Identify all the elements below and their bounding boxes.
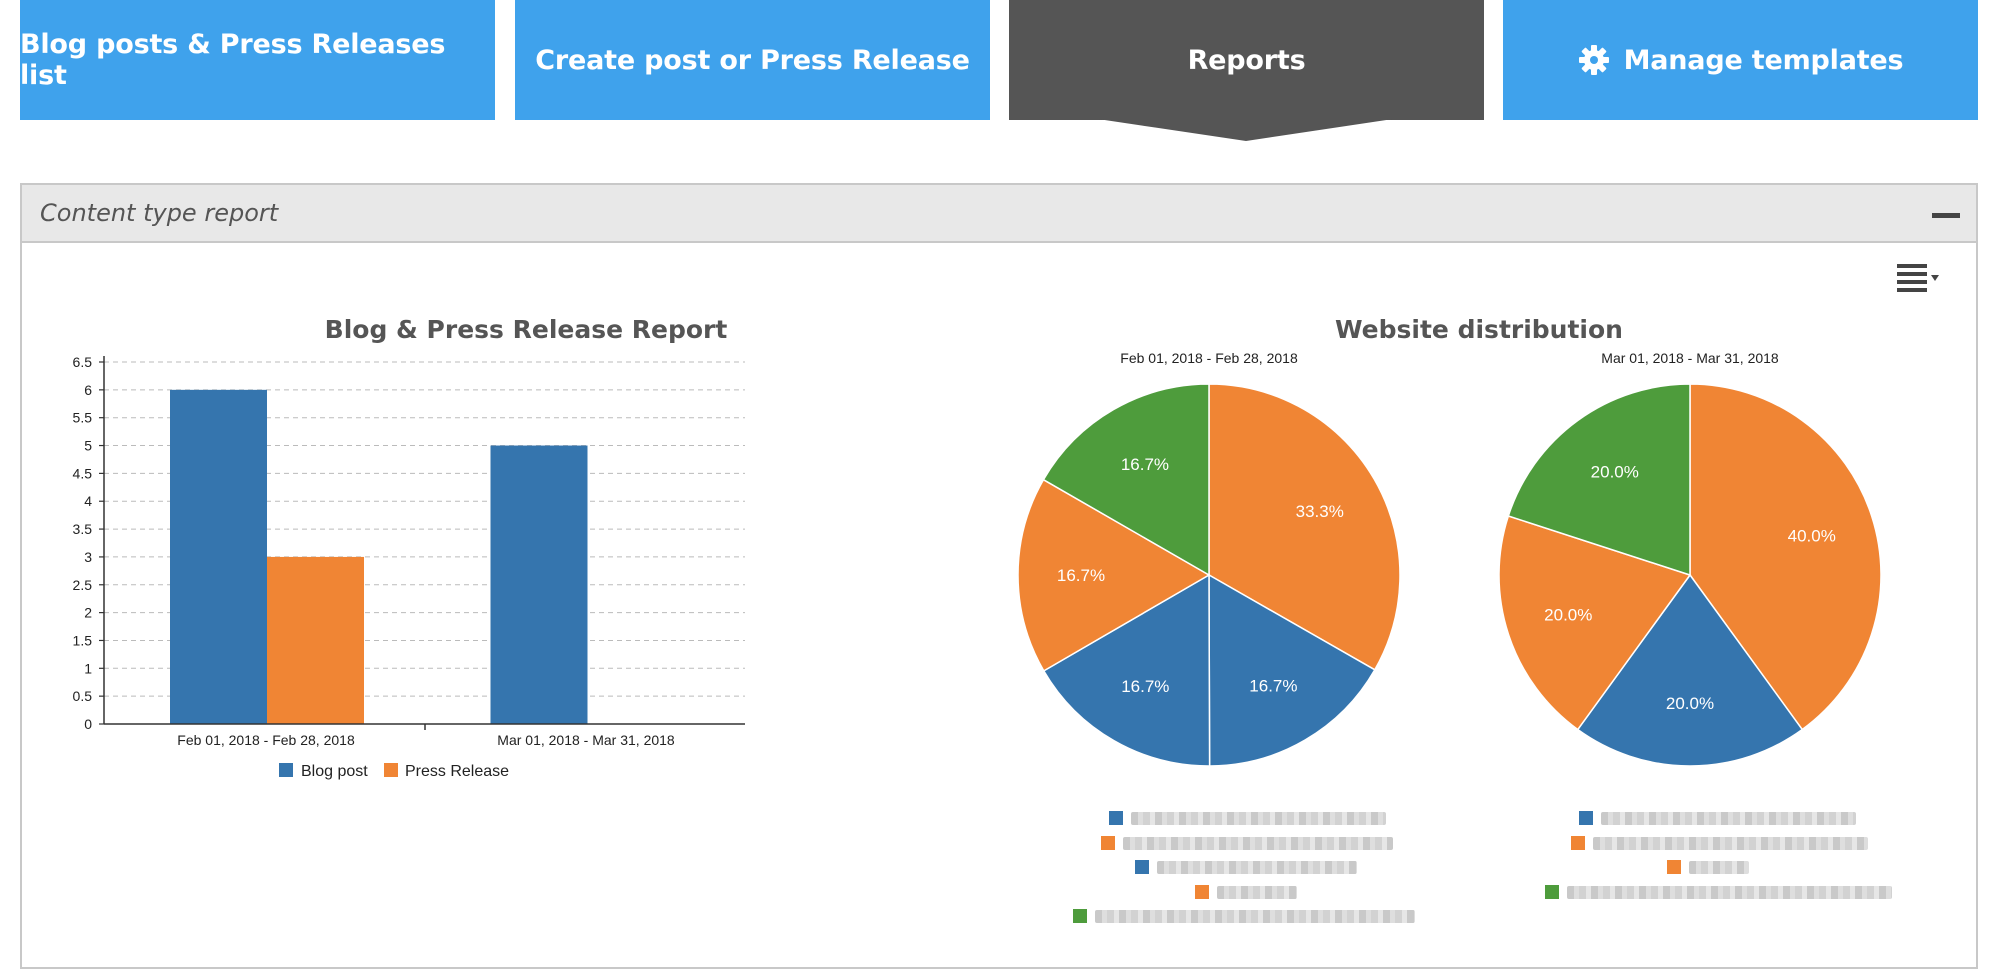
- y-tick-label: 0: [84, 716, 92, 732]
- pie-chart-mar: 40.0% 20.0% 20.0% 20.0%: [1498, 383, 1882, 767]
- y-tick-label: 0.5: [73, 688, 93, 704]
- bar-chart-legend: Blog post Press Release: [279, 763, 509, 780]
- y-tick-label: 1: [84, 660, 92, 676]
- legend-item: [1571, 834, 1868, 852]
- legend-item: [1073, 907, 1415, 925]
- y-tick-label: 3.5: [73, 521, 93, 537]
- y-tick-label: 5: [84, 438, 92, 454]
- legend-item: [1579, 809, 1856, 827]
- legend-label-blog-post: Blog post: [301, 763, 368, 780]
- charts-canvas: Blog & Press Release Report 0 0.5 1 1.5 2 2.5…: [73, 315, 1882, 780]
- bar-blog-post: [490, 445, 588, 724]
- pie-slice-label: 16.7%: [1057, 566, 1105, 585]
- legend-label-press-release: Press Release: [405, 763, 509, 780]
- pie-slice-label: 20.0%: [1666, 694, 1714, 713]
- legend-swatch-blog-post: [279, 763, 293, 777]
- legend-item: [1195, 883, 1297, 901]
- pie1-subtitle: Feb 01, 2018 - Feb 28, 2018: [1120, 350, 1298, 366]
- bar-chart-y-axis: 0 0.5 1 1.5 2 2.5 3 3.5 4 4.5 5 5.5 6 6.5: [73, 354, 104, 732]
- pie-slice-label: 20.0%: [1544, 606, 1592, 625]
- pie-slice-label: 16.7%: [1249, 677, 1297, 696]
- pie-slice-label: 40.0%: [1788, 526, 1836, 545]
- y-tick-label: 1.5: [73, 632, 93, 648]
- y-tick-label: 4: [84, 493, 92, 509]
- bar-x-tick-1: Mar 01, 2018 - Mar 31, 2018: [497, 732, 675, 748]
- pie-slice-label: 33.3%: [1296, 502, 1344, 521]
- legend-item: [1545, 883, 1892, 901]
- pie-slice-label: 16.7%: [1121, 455, 1169, 474]
- y-tick-label: 2.5: [73, 577, 93, 593]
- legend-item: [1109, 809, 1386, 827]
- bar-chart-title: Blog & Press Release Report: [325, 315, 728, 344]
- y-tick-label: 5.5: [73, 410, 93, 426]
- pie2-subtitle: Mar 01, 2018 - Mar 31, 2018: [1601, 350, 1779, 366]
- y-tick-label: 4.5: [73, 465, 93, 481]
- pie-chart-title: Website distribution: [1335, 315, 1623, 344]
- pie-slice-label: 16.7%: [1121, 677, 1169, 696]
- y-tick-label: 2: [84, 605, 92, 621]
- legend-item: [1101, 834, 1393, 852]
- legend-item: [1135, 858, 1357, 876]
- y-tick-label: 6.5: [73, 354, 93, 370]
- bar-blog-post: [170, 389, 267, 724]
- y-tick-label: 6: [84, 382, 92, 398]
- bar-press-release: [267, 556, 364, 724]
- pie-slice-label: 20.0%: [1591, 462, 1639, 481]
- y-tick-label: 3: [84, 549, 92, 565]
- legend-item: [1667, 858, 1749, 876]
- legend-swatch-press-release: [384, 763, 398, 777]
- bar-x-tick-0: Feb 01, 2018 - Feb 28, 2018: [177, 732, 355, 748]
- pie-chart-feb: 33.3% 16.7% 16.7% 16.7% 16.7%: [1017, 383, 1401, 767]
